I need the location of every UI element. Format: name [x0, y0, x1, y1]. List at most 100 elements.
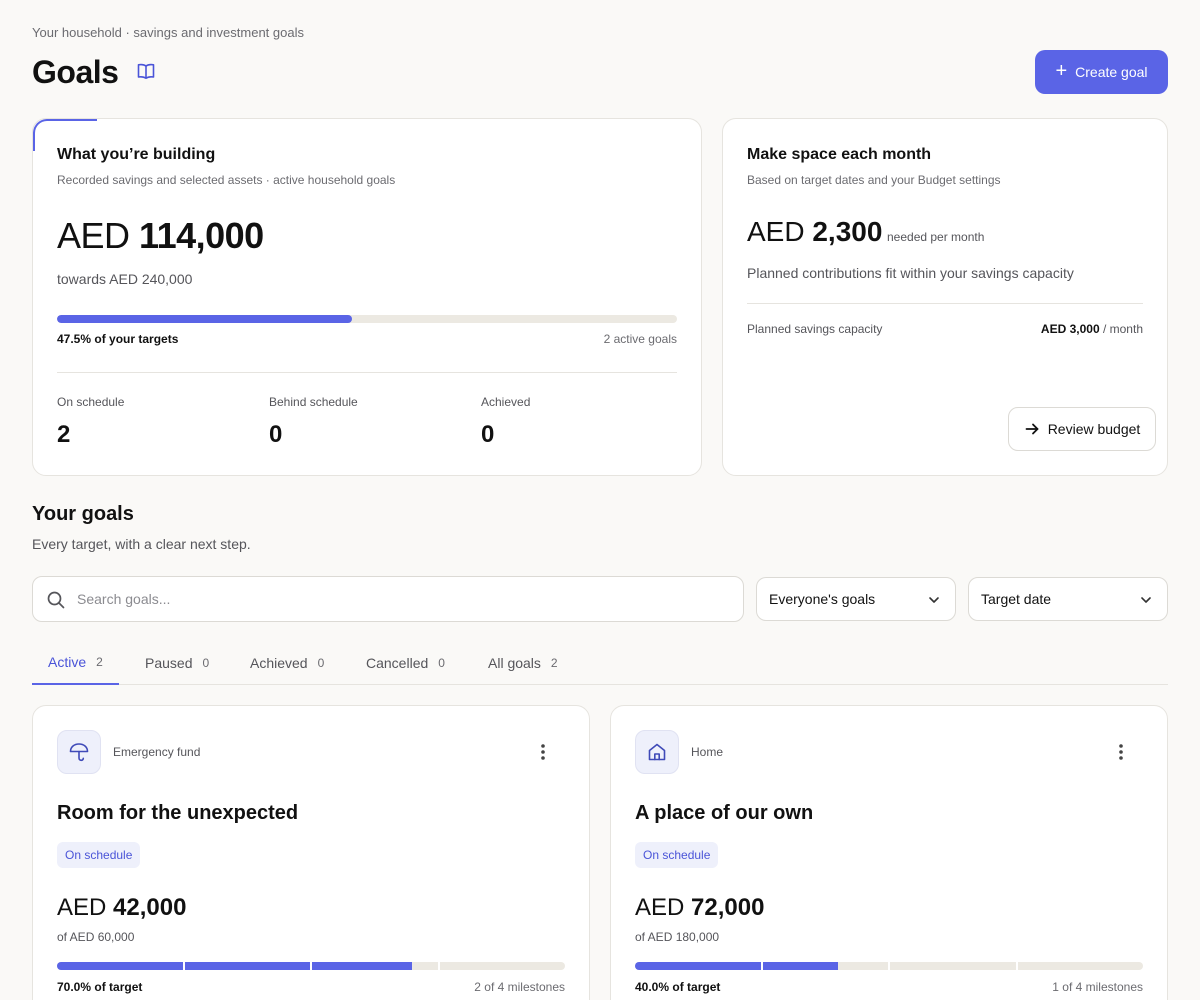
goal-target: of AED 180,000	[635, 930, 720, 944]
goal-category: Home	[691, 745, 724, 759]
home-icon	[648, 743, 666, 761]
milestone-progress-bar	[635, 962, 1143, 970]
stat-on-schedule-label: On schedule	[57, 395, 125, 409]
goal-card[interactable]: Emergency fund Room for the unexpected O…	[32, 705, 590, 1000]
capacity-value: AED 3,000 / month	[1041, 322, 1143, 336]
capacity-unit: / month	[1102, 322, 1143, 336]
tab-cancelled[interactable]: Cancelled 0	[350, 640, 461, 685]
tab-label: Achieved	[250, 654, 308, 671]
tab-label: Cancelled	[366, 654, 429, 671]
target-total: towards AED 240,000	[57, 271, 193, 287]
tab-paused[interactable]: Paused 0	[129, 640, 225, 685]
stat-behind-schedule-label: Behind schedule	[269, 395, 358, 409]
goal-saved-amount: AED 72,000	[635, 894, 764, 922]
overall-progress-fill	[57, 315, 352, 323]
section-title: Your goals	[32, 503, 134, 525]
building-summary-card: What you’re building Recorded savings an…	[32, 118, 702, 476]
chevron-down-icon	[1141, 597, 1151, 603]
search-box[interactable]	[32, 576, 744, 622]
monthly-subtitle: Based on target dates and your Budget se…	[747, 173, 1001, 187]
sort-value: Target date	[981, 591, 1052, 607]
review-budget-label: Review budget	[1047, 421, 1141, 437]
goal-status-tabs: Active 2 Paused 0 Achieved 0 Cancelled 0…	[32, 640, 1168, 685]
monthly-space-card: Make space each month Based on target da…	[722, 118, 1168, 476]
goal-card[interactable]: Home A place of our own On schedule AED …	[610, 705, 1168, 1000]
goal-category: Emergency fund	[113, 745, 201, 759]
create-goal-button[interactable]: + Create goal	[1035, 50, 1168, 94]
monthly-value: 2,300	[812, 216, 883, 247]
tab-active[interactable]: Active 2	[32, 640, 119, 685]
create-goal-label: Create goal	[1075, 64, 1148, 80]
active-goals-count: 2 active goals	[603, 332, 677, 346]
more-options-icon[interactable]	[533, 742, 553, 762]
section-subtitle: Every target, with a clear next step.	[32, 536, 251, 552]
goal-saved-value: 72,000	[691, 894, 765, 921]
tab-achieved[interactable]: Achieved 0	[234, 640, 340, 685]
total-saved-amount: AED 114,000	[57, 215, 264, 257]
monthly-needed-amount: AED 2,300	[747, 216, 882, 248]
owner-filter-value: Everyone's goals	[769, 591, 876, 607]
tab-count: 0	[317, 655, 325, 670]
divider	[747, 303, 1143, 304]
goal-target: of AED 60,000	[57, 930, 135, 944]
umbrella-icon	[69, 743, 89, 762]
overall-progress-bar	[57, 315, 677, 323]
goal-saved-amount: AED 42,000	[57, 894, 186, 922]
search-input[interactable]	[77, 577, 727, 621]
goal-currency: AED	[57, 894, 107, 921]
owner-filter-select[interactable]: Everyone's goals	[756, 577, 956, 621]
monthly-title: Make space each month	[747, 146, 932, 163]
monthly-suffix: needed per month	[887, 230, 985, 244]
chevron-down-icon	[929, 597, 939, 603]
goal-icon-tile	[635, 730, 679, 774]
milestone-segment	[890, 962, 1016, 970]
milestone-segment	[184, 962, 310, 970]
capacity-label: Planned savings capacity	[747, 322, 883, 336]
milestone-progress-bar	[57, 962, 565, 970]
review-budget-button[interactable]: Review budget	[1008, 407, 1156, 451]
overall-progress-label: 47.5% of your targets	[57, 332, 179, 346]
goal-name: Room for the unexpected	[57, 802, 299, 824]
goal-progress-label: 40.0% of target	[635, 980, 721, 994]
plus-icon: +	[1055, 60, 1068, 82]
milestone-segment	[312, 962, 438, 970]
tab-label: Active	[48, 653, 87, 670]
goal-progress-label: 70.0% of target	[57, 980, 143, 994]
sort-select[interactable]: Target date	[968, 577, 1168, 621]
tab-label: All goals	[488, 654, 541, 671]
milestone-segment	[762, 962, 888, 970]
more-options-icon[interactable]	[1111, 742, 1131, 762]
tab-count: 2	[96, 654, 103, 669]
building-title: What you’re building	[57, 146, 216, 163]
tab-all-goals[interactable]: All goals 2	[472, 640, 574, 685]
milestone-segment	[439, 962, 565, 970]
capacity-amount: AED 3,000	[1040, 322, 1100, 336]
tab-count: 0	[202, 655, 210, 670]
divider	[57, 372, 677, 373]
book-icon[interactable]	[136, 61, 156, 81]
household-context: Your household · savings and investment …	[32, 25, 304, 40]
monthly-currency: AED	[747, 216, 805, 247]
milestone-segment	[635, 962, 761, 970]
status-badge: On schedule	[635, 842, 719, 868]
total-saved-currency: AED	[57, 215, 130, 256]
milestone-segment	[1017, 962, 1143, 970]
goal-name: A place of our own	[635, 802, 814, 824]
tab-count: 2	[550, 655, 558, 670]
stat-achieved-label: Achieved	[481, 395, 531, 409]
milestone-segment	[57, 962, 183, 970]
stat-behind-schedule-value: 0	[269, 421, 283, 448]
goal-icon-tile	[57, 730, 101, 774]
tab-count: 0	[438, 655, 445, 670]
status-badge: On schedule	[57, 842, 141, 868]
search-icon	[47, 591, 65, 609]
building-subtitle: Recorded savings and selected assets · a…	[57, 173, 396, 187]
goal-saved-value: 42,000	[113, 894, 187, 921]
arrow-right-icon	[1025, 423, 1039, 435]
stat-achieved-value: 0	[481, 421, 495, 448]
goal-milestones-label: 1 of 4 milestones	[1052, 980, 1143, 994]
goal-milestones-label: 2 of 4 milestones	[474, 980, 565, 994]
goal-currency: AED	[635, 894, 685, 921]
tab-label: Paused	[145, 654, 193, 671]
total-saved-value: 114,000	[139, 215, 264, 256]
